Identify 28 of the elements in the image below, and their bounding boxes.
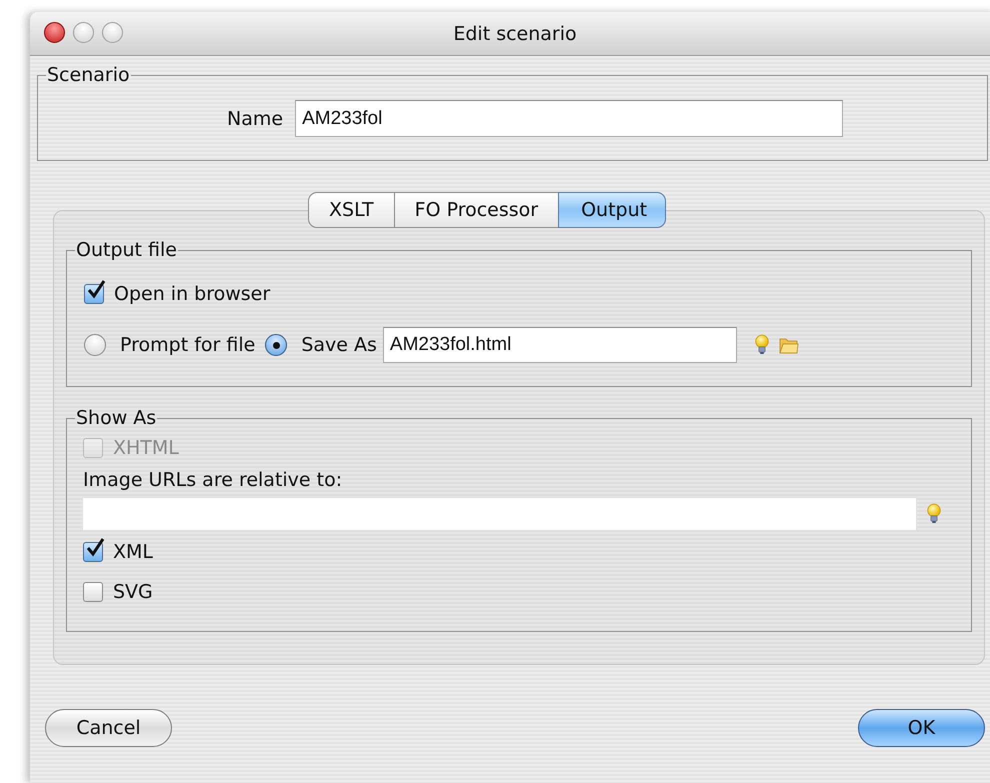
radio-button[interactable]	[84, 334, 106, 356]
group-legend: Output file	[75, 239, 178, 261]
checkbox-label: SVG	[113, 581, 153, 603]
lightbulb-icon[interactable]	[925, 502, 943, 526]
url-field[interactable]	[82, 497, 917, 531]
radio-label: Save As	[301, 334, 377, 356]
lightbulb-icon[interactable]	[752, 333, 771, 357]
push-button[interactable]: OK	[858, 709, 985, 747]
checkbox-label: Open in browser	[114, 283, 270, 305]
file-name-field[interactable]: AM233fol.html	[382, 327, 737, 363]
tab[interactable]: Output	[558, 192, 666, 228]
field-label: Image URLs are relative to:	[83, 469, 344, 491]
checkbox-label: XML	[113, 541, 153, 563]
close-button[interactable]	[44, 22, 65, 43]
field-label: Name	[227, 108, 284, 130]
zoom-button[interactable]	[102, 22, 123, 43]
window-title: Edit scenario	[453, 22, 577, 44]
name-field[interactable]: AM233fol	[295, 100, 844, 137]
minimize-button[interactable]	[73, 22, 94, 43]
push-button[interactable]: Cancel	[45, 709, 172, 747]
tab[interactable]: FO Processor	[394, 192, 560, 228]
group-legend: Show As	[75, 407, 158, 429]
checkbox-label: XHTML	[113, 437, 179, 459]
tab[interactable]: XSLT	[308, 192, 395, 228]
checkbox[interactable]	[83, 582, 103, 602]
group-legend: Scenario	[46, 64, 131, 86]
radio-button[interactable]	[265, 334, 288, 356]
radio-label: Prompt for file	[120, 334, 256, 356]
